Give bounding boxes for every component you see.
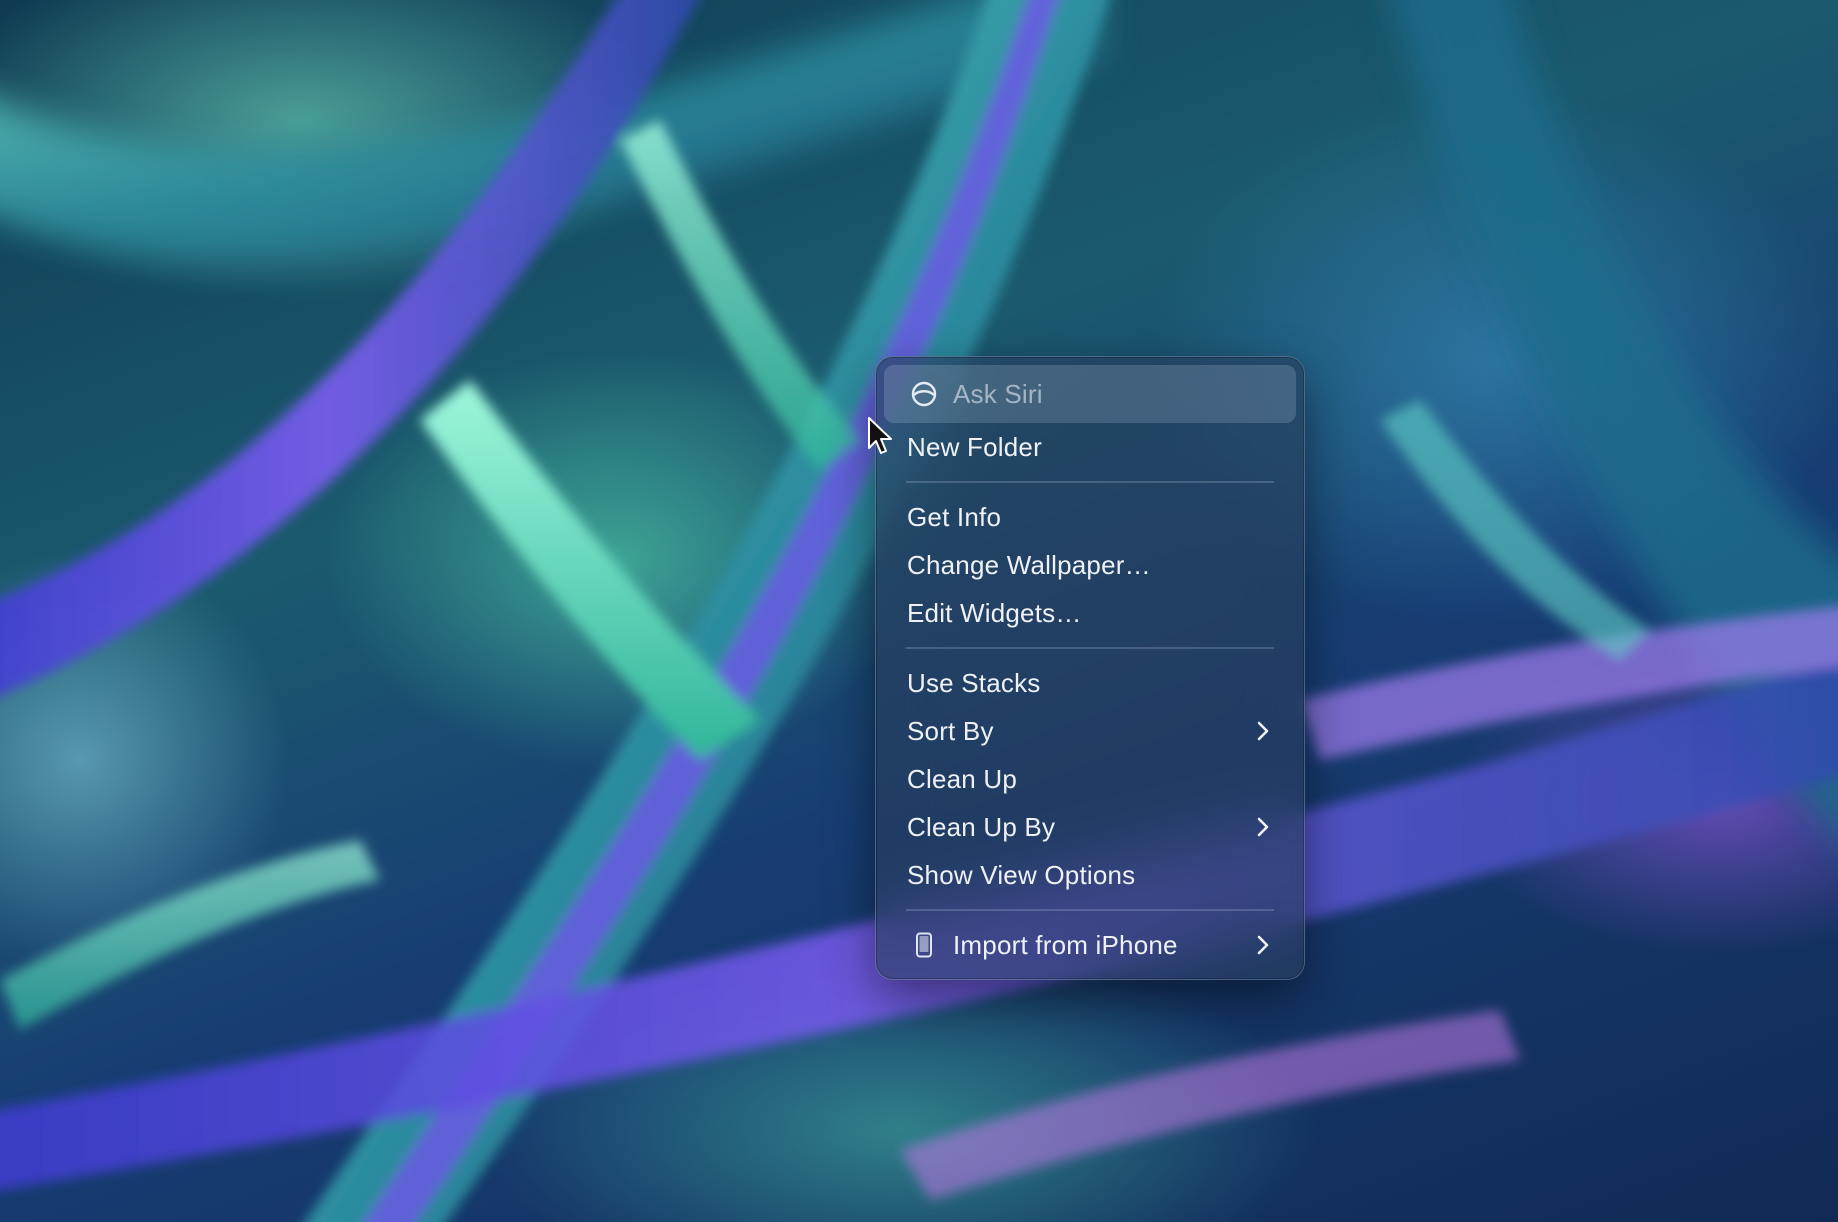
menu-item-label: Use Stacks (907, 667, 1041, 698)
menu-item-label: Ask Siri (953, 378, 1043, 409)
menu-item-label: New Folder (907, 431, 1042, 462)
menu-item-import-from-iphone[interactable]: Import from iPhone (884, 921, 1296, 969)
menu-item-label: Show View Options (907, 859, 1136, 890)
chevron-right-icon (1256, 934, 1270, 956)
desktop-context-menu: Ask Siri New Folder Get Info Change Wall… (875, 356, 1305, 980)
chevron-right-icon (1256, 720, 1270, 742)
menu-item-label: Clean Up (907, 763, 1017, 794)
siri-icon (907, 380, 941, 408)
desktop[interactable]: Ask Siri New Folder Get Info Change Wall… (0, 0, 1838, 1222)
menu-item-clean-up-by[interactable]: Clean Up By (884, 803, 1296, 851)
menu-item-label: Sort By (907, 715, 994, 746)
menu-item-ask-siri[interactable]: Ask Siri (884, 365, 1296, 423)
menu-separator (906, 481, 1274, 483)
chevron-right-icon (1256, 816, 1270, 838)
menu-item-get-info[interactable]: Get Info (884, 493, 1296, 541)
menu-separator (906, 909, 1274, 911)
menu-item-new-folder[interactable]: New Folder (884, 423, 1296, 471)
menu-item-change-wallpaper[interactable]: Change Wallpaper… (884, 541, 1296, 589)
mouse-pointer-icon (867, 416, 893, 461)
menu-item-label: Get Info (907, 501, 1002, 532)
menu-item-show-view-options[interactable]: Show View Options (884, 851, 1296, 899)
menu-item-edit-widgets[interactable]: Edit Widgets… (884, 589, 1296, 637)
menu-item-label: Clean Up By (907, 811, 1056, 842)
menu-item-use-stacks[interactable]: Use Stacks (884, 659, 1296, 707)
menu-item-clean-up[interactable]: Clean Up (884, 755, 1296, 803)
iphone-icon (907, 932, 941, 958)
menu-item-label: Change Wallpaper… (907, 549, 1151, 580)
menu-item-sort-by[interactable]: Sort By (884, 707, 1296, 755)
menu-separator (906, 647, 1274, 649)
menu-item-label: Import from iPhone (953, 929, 1178, 960)
menu-item-label: Edit Widgets… (907, 597, 1082, 628)
